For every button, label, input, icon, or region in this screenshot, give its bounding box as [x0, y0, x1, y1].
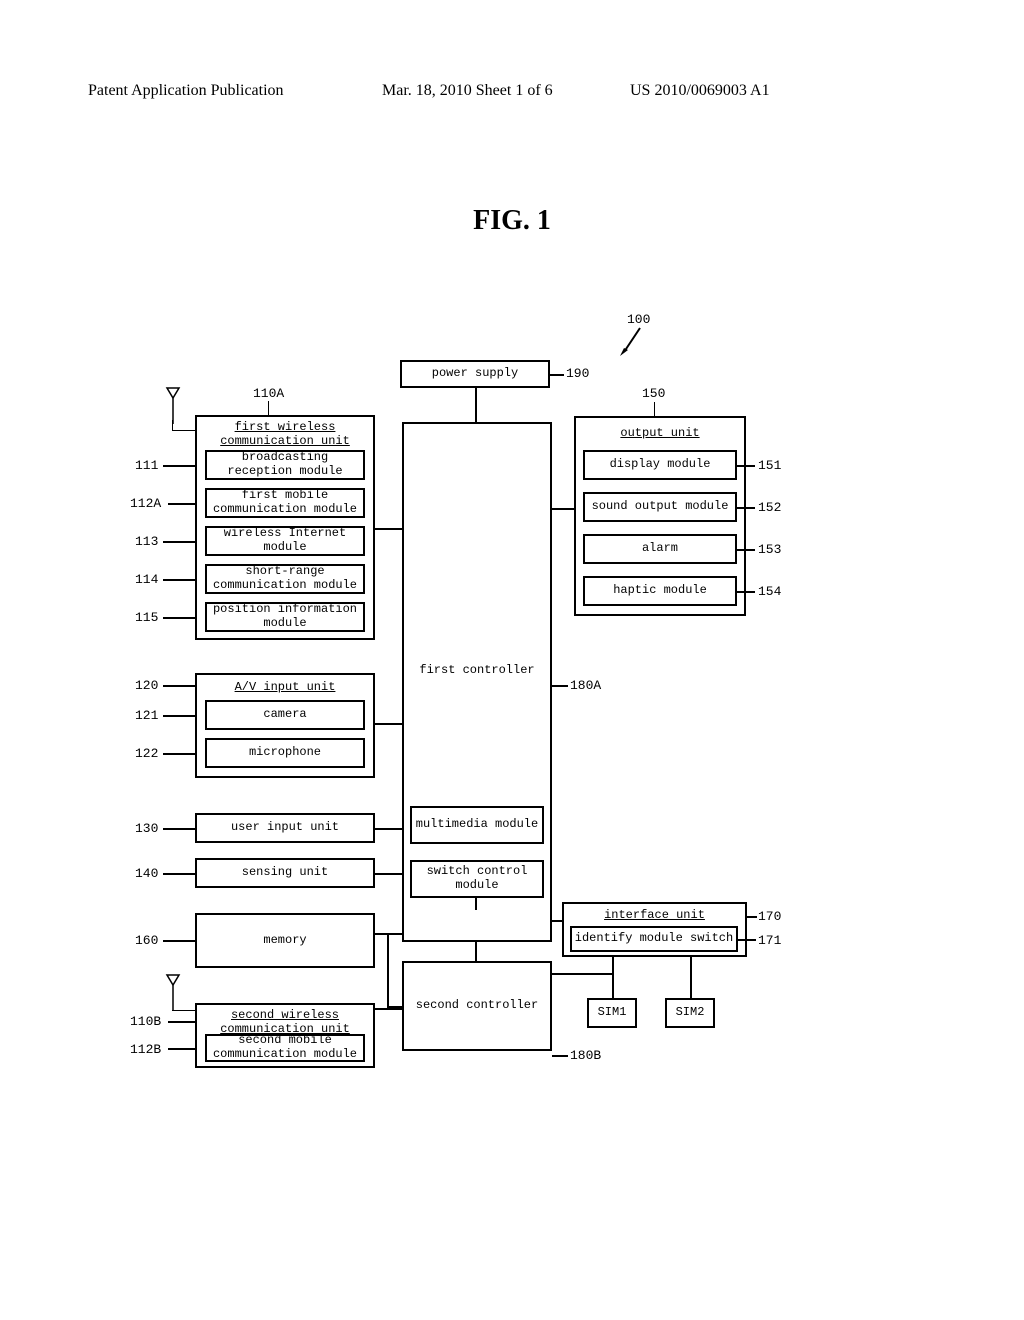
label-microphone: microphone — [249, 746, 321, 760]
block-identify-switch: identify module switch — [570, 926, 738, 952]
label-second-wireless-unit: second wirelesscommunication unit — [195, 1008, 375, 1036]
block-wireless-internet: wireless Internetmodule — [205, 526, 365, 556]
ref-115: 115 — [135, 610, 158, 625]
block-second-mobile: second mobilecommunication module — [205, 1034, 365, 1062]
block-sound: sound output module — [583, 492, 737, 522]
header-middle: Mar. 18, 2010 Sheet 1 of 6 — [382, 82, 553, 100]
ref-152: 152 — [758, 500, 781, 515]
ref-150: 150 — [642, 386, 665, 401]
label-first-controller: first controller — [402, 663, 552, 677]
block-multimedia: multimedia module — [410, 806, 544, 844]
ref-113: 113 — [135, 534, 158, 549]
label-display: display module — [610, 458, 711, 472]
ref-121: 121 — [135, 708, 158, 723]
antenna-icon — [165, 386, 181, 426]
block-sim2: SIM2 — [665, 998, 715, 1028]
label-multimedia: multimedia module — [416, 818, 538, 832]
ref-190: 190 — [566, 366, 589, 381]
label-broadcasting: broadcastingreception module — [227, 451, 342, 479]
label-output-unit: output unit — [574, 426, 746, 440]
antenna-icon — [165, 973, 181, 1013]
ref-180A: 180A — [570, 678, 601, 693]
ref-120: 120 — [135, 678, 158, 693]
block-switch-control: switch controlmodule — [410, 860, 544, 898]
block-alarm: alarm — [583, 534, 737, 564]
label-sound: sound output module — [592, 500, 729, 514]
block-short-range: short-rangecommunication module — [205, 564, 365, 594]
ref-160: 160 — [135, 933, 158, 948]
label-short-range: short-rangecommunication module — [213, 565, 357, 593]
ref-100: 100 — [627, 312, 650, 327]
label-switch-control: switch controlmodule — [427, 865, 528, 893]
block-broadcasting: broadcastingreception module — [205, 450, 365, 480]
block-sensing: sensing unit — [195, 858, 375, 888]
label-sim1: SIM1 — [598, 1006, 627, 1020]
label-power-supply: power supply — [432, 367, 518, 381]
ref-140: 140 — [135, 866, 158, 881]
label-memory: memory — [263, 934, 306, 948]
ref-111: 111 — [135, 458, 158, 473]
label-wireless-internet: wireless Internetmodule — [224, 527, 346, 555]
ref-153: 153 — [758, 542, 781, 557]
block-second-controller: second controller — [402, 961, 552, 1051]
label-first-wireless-unit: first wirelesscommunication unit — [195, 420, 375, 448]
block-memory: memory — [195, 913, 375, 968]
ref-130: 130 — [135, 821, 158, 836]
ref-180B: 180B — [570, 1048, 601, 1063]
block-position-info: position informationmodule — [205, 602, 365, 632]
block-sim1: SIM1 — [587, 998, 637, 1028]
block-microphone: microphone — [205, 738, 365, 768]
label-sim2: SIM2 — [676, 1006, 705, 1020]
ref-110B: 110B — [130, 1014, 161, 1029]
arrow-100-icon — [618, 326, 648, 356]
label-second-controller: second controller — [416, 999, 538, 1013]
label-interface-unit: interface unit — [562, 908, 747, 922]
block-power-supply: power supply — [400, 360, 550, 388]
ref-151: 151 — [758, 458, 781, 473]
label-sensing: sensing unit — [242, 866, 328, 880]
ref-112A: 112A — [130, 496, 161, 511]
block-diagram: 100 power supply 190 first controller 11… — [120, 308, 900, 1158]
ref-171: 171 — [758, 933, 781, 948]
label-haptic: haptic module — [613, 584, 707, 598]
label-av-input: A/V input unit — [195, 680, 375, 694]
block-haptic: haptic module — [583, 576, 737, 606]
ref-112B: 112B — [130, 1042, 161, 1057]
label-second-mobile: second mobilecommunication module — [213, 1034, 357, 1062]
label-camera: camera — [263, 708, 306, 722]
ref-110A: 110A — [253, 386, 284, 401]
label-position-info: position informationmodule — [213, 603, 357, 631]
block-camera: camera — [205, 700, 365, 730]
ref-170: 170 — [758, 909, 781, 924]
figure-title: FIG. 1 — [0, 205, 1024, 237]
label-user-input: user input unit — [231, 821, 339, 835]
label-identify-switch: identify module switch — [575, 932, 733, 946]
label-alarm: alarm — [642, 542, 678, 556]
header-right: US 2010/0069003 A1 — [630, 82, 770, 100]
ref-154: 154 — [758, 584, 781, 599]
block-user-input: user input unit — [195, 813, 375, 843]
ref-114: 114 — [135, 572, 158, 587]
ref-122: 122 — [135, 746, 158, 761]
label-first-mobile: first mobilecommunication module — [213, 489, 357, 517]
header-left: Patent Application Publication — [88, 82, 284, 100]
block-display: display module — [583, 450, 737, 480]
block-first-mobile: first mobilecommunication module — [205, 488, 365, 518]
